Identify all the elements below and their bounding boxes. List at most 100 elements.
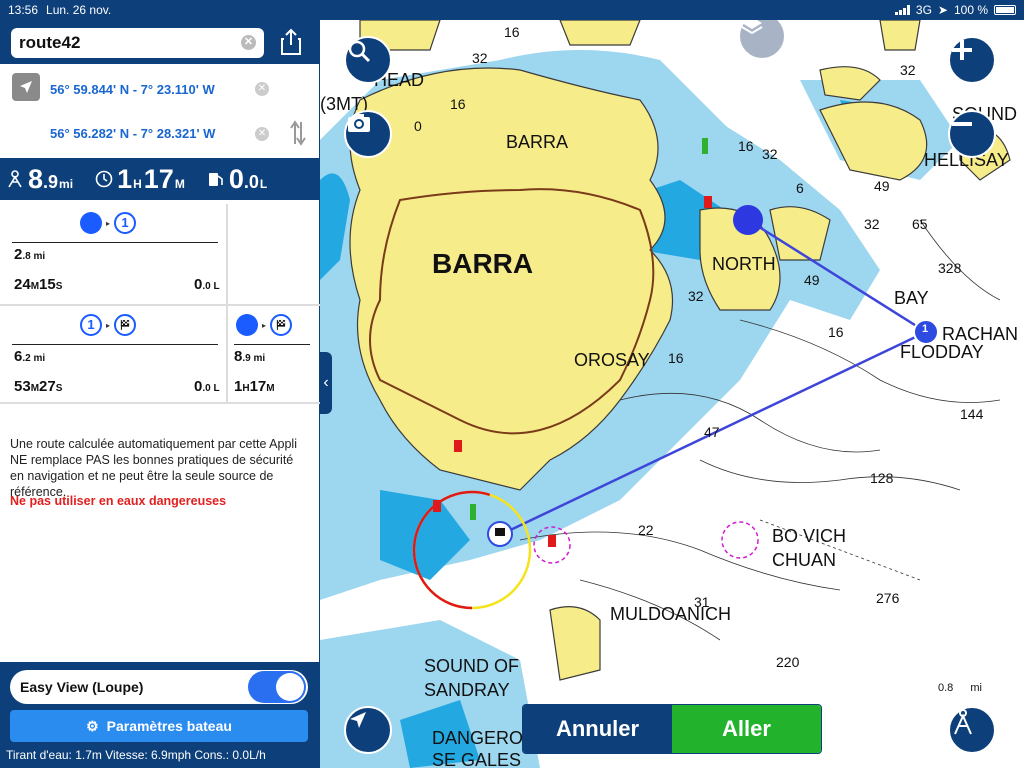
depth-label: 16 bbox=[738, 138, 754, 154]
clock-icon bbox=[95, 170, 113, 188]
leg-separator bbox=[0, 402, 320, 404]
map-label: NORTH bbox=[712, 254, 776, 274]
map-label: CHUAN bbox=[772, 550, 837, 570]
location-arrow-icon: ➤ bbox=[937, 3, 948, 17]
leg-fuel: 0.0 L bbox=[194, 378, 220, 395]
scale-value: 0.8 bbox=[938, 682, 954, 694]
status-time: 13:56 bbox=[8, 3, 39, 17]
map-label: BO VICH bbox=[772, 526, 847, 546]
depth-label: 31 bbox=[694, 594, 710, 610]
boat-settings-label: Paramètres bateau bbox=[106, 718, 232, 734]
boat-stats-footer: Tirant d'eau: 1.7m Vitesse: 6.9mph Cons.… bbox=[6, 748, 266, 762]
route-summary: 8.9 mi 1 H 17 M 0.0 L bbox=[0, 158, 320, 200]
current-location-button[interactable] bbox=[12, 73, 40, 101]
easy-view-toggle[interactable] bbox=[248, 671, 306, 703]
search-button[interactable] bbox=[344, 36, 392, 84]
depth-label: 65 bbox=[912, 216, 928, 232]
waypoint-icon: 1 bbox=[114, 212, 137, 234]
leg-separator bbox=[226, 306, 228, 402]
battery-icon bbox=[994, 5, 1016, 15]
summary-time: 1 H 17 M bbox=[95, 164, 185, 195]
depth-label: 16 bbox=[450, 96, 466, 112]
camera-icon bbox=[348, 114, 370, 132]
boat-position-icon bbox=[80, 212, 102, 234]
search-icon bbox=[348, 40, 371, 63]
swap-icon[interactable] bbox=[289, 118, 307, 148]
route-name-input[interactable]: route42 ✕ bbox=[11, 28, 264, 58]
zoom-in-button[interactable] bbox=[948, 36, 996, 84]
leg-separator bbox=[226, 204, 228, 304]
depth-label: 16 bbox=[504, 24, 520, 40]
cancel-button[interactable]: Annuler bbox=[523, 705, 672, 753]
center-position-button[interactable] bbox=[344, 706, 392, 754]
depth-label: 32 bbox=[900, 62, 916, 78]
share-icon[interactable] bbox=[280, 28, 302, 56]
depth-label: 32 bbox=[688, 288, 704, 304]
compass-button[interactable] bbox=[948, 706, 996, 754]
map-label: SE GALES bbox=[432, 750, 522, 768]
leg-time: 53M27S bbox=[14, 378, 63, 395]
clear-route-name-icon[interactable]: ✕ bbox=[241, 35, 256, 50]
minus-icon bbox=[952, 122, 972, 126]
leg-time: 24M15S bbox=[14, 276, 63, 293]
map-label: OROSAY bbox=[574, 350, 650, 370]
route-panel: route42 ✕ 56° 59.844' N - 7° 23.110' W ✕… bbox=[0, 20, 320, 768]
start-coordinate[interactable]: 56° 59.844' N - 7° 23.110' W bbox=[50, 82, 215, 97]
leg-time: 1H17M bbox=[234, 378, 275, 395]
zoom-out-button[interactable] bbox=[948, 110, 996, 158]
depth-label: 49 bbox=[804, 272, 820, 288]
navigation-actions: Annuler Aller bbox=[522, 704, 822, 754]
layers-icon bbox=[741, 20, 763, 35]
boat-settings-button[interactable]: ⚙ Paramètres bateau bbox=[10, 710, 308, 742]
route-name-text: route42 bbox=[19, 33, 81, 52]
depth-label: 328 bbox=[938, 260, 962, 276]
map-label: BARRA bbox=[506, 132, 569, 152]
depth-label: 16 bbox=[668, 350, 684, 366]
leg-distance: 2.8 mi bbox=[14, 246, 46, 263]
waypoint-number[interactable]: 1 bbox=[922, 323, 928, 335]
clear-end-icon[interactable]: ✕ bbox=[255, 127, 269, 141]
go-button[interactable]: Aller bbox=[672, 705, 821, 753]
clear-start-icon[interactable]: ✕ bbox=[255, 82, 269, 96]
depth-label: 6 bbox=[796, 180, 804, 196]
summary-fuel: 0.0 L bbox=[207, 164, 267, 195]
map-label: BAY bbox=[894, 288, 929, 308]
finish-flag-icon bbox=[270, 314, 293, 336]
compass-icon bbox=[954, 709, 972, 735]
depth-label: 276 bbox=[876, 590, 900, 606]
leg-endpoints: 1 ▸ bbox=[80, 314, 137, 336]
leg-divider bbox=[12, 344, 218, 345]
waypoint-icon: 1 bbox=[80, 314, 102, 336]
leg-distance: 8.9 mi bbox=[234, 348, 266, 365]
depth-label: 47 bbox=[704, 424, 720, 440]
status-date: Lun. 26 nov. bbox=[46, 3, 112, 17]
leg-separator bbox=[0, 304, 320, 306]
easy-view-label: Easy View (Loupe) bbox=[20, 679, 144, 695]
collapse-panel-button[interactable]: ‹ bbox=[320, 352, 332, 414]
depth-label: 49 bbox=[874, 178, 890, 194]
status-bar: 13:56 Lun. 26 nov. 3G ➤ 100 % bbox=[0, 0, 1024, 20]
map-label-island: BARRA bbox=[432, 248, 534, 279]
arrow-right-icon: ▸ bbox=[106, 320, 111, 330]
scale-unit: mi bbox=[970, 682, 982, 694]
route-distance-icon bbox=[8, 170, 22, 188]
camera-button[interactable] bbox=[344, 110, 392, 158]
leg-divider bbox=[12, 242, 218, 243]
depth-label: 144 bbox=[960, 406, 984, 422]
nautical-chart[interactable]: BARRA BARRA NORTH BAY OROSAY HELLISAY RA… bbox=[320, 20, 1024, 768]
depth-label: 32 bbox=[762, 146, 778, 162]
map-label: SOUND OF bbox=[424, 656, 520, 676]
boat-position-icon bbox=[236, 314, 258, 336]
depth-label: 32 bbox=[472, 50, 488, 66]
navigation-arrow-icon bbox=[350, 712, 366, 728]
easy-view-row: Easy View (Loupe) bbox=[10, 670, 308, 704]
signal-icon bbox=[894, 5, 910, 15]
map-label: DANGERO bbox=[432, 728, 524, 748]
leg-distance: 6.2 mi bbox=[14, 348, 46, 365]
panel-footer: Easy View (Loupe) ⚙ Paramètres bateau Ti… bbox=[0, 662, 320, 768]
depth-label: 0 bbox=[414, 118, 422, 134]
end-coordinate[interactable]: 56° 56.282' N - 7° 28.321' W bbox=[50, 126, 215, 141]
scale-bar: 0.8 mi bbox=[938, 682, 982, 694]
route-header: route42 ✕ bbox=[0, 20, 319, 64]
leg-divider bbox=[234, 344, 310, 345]
